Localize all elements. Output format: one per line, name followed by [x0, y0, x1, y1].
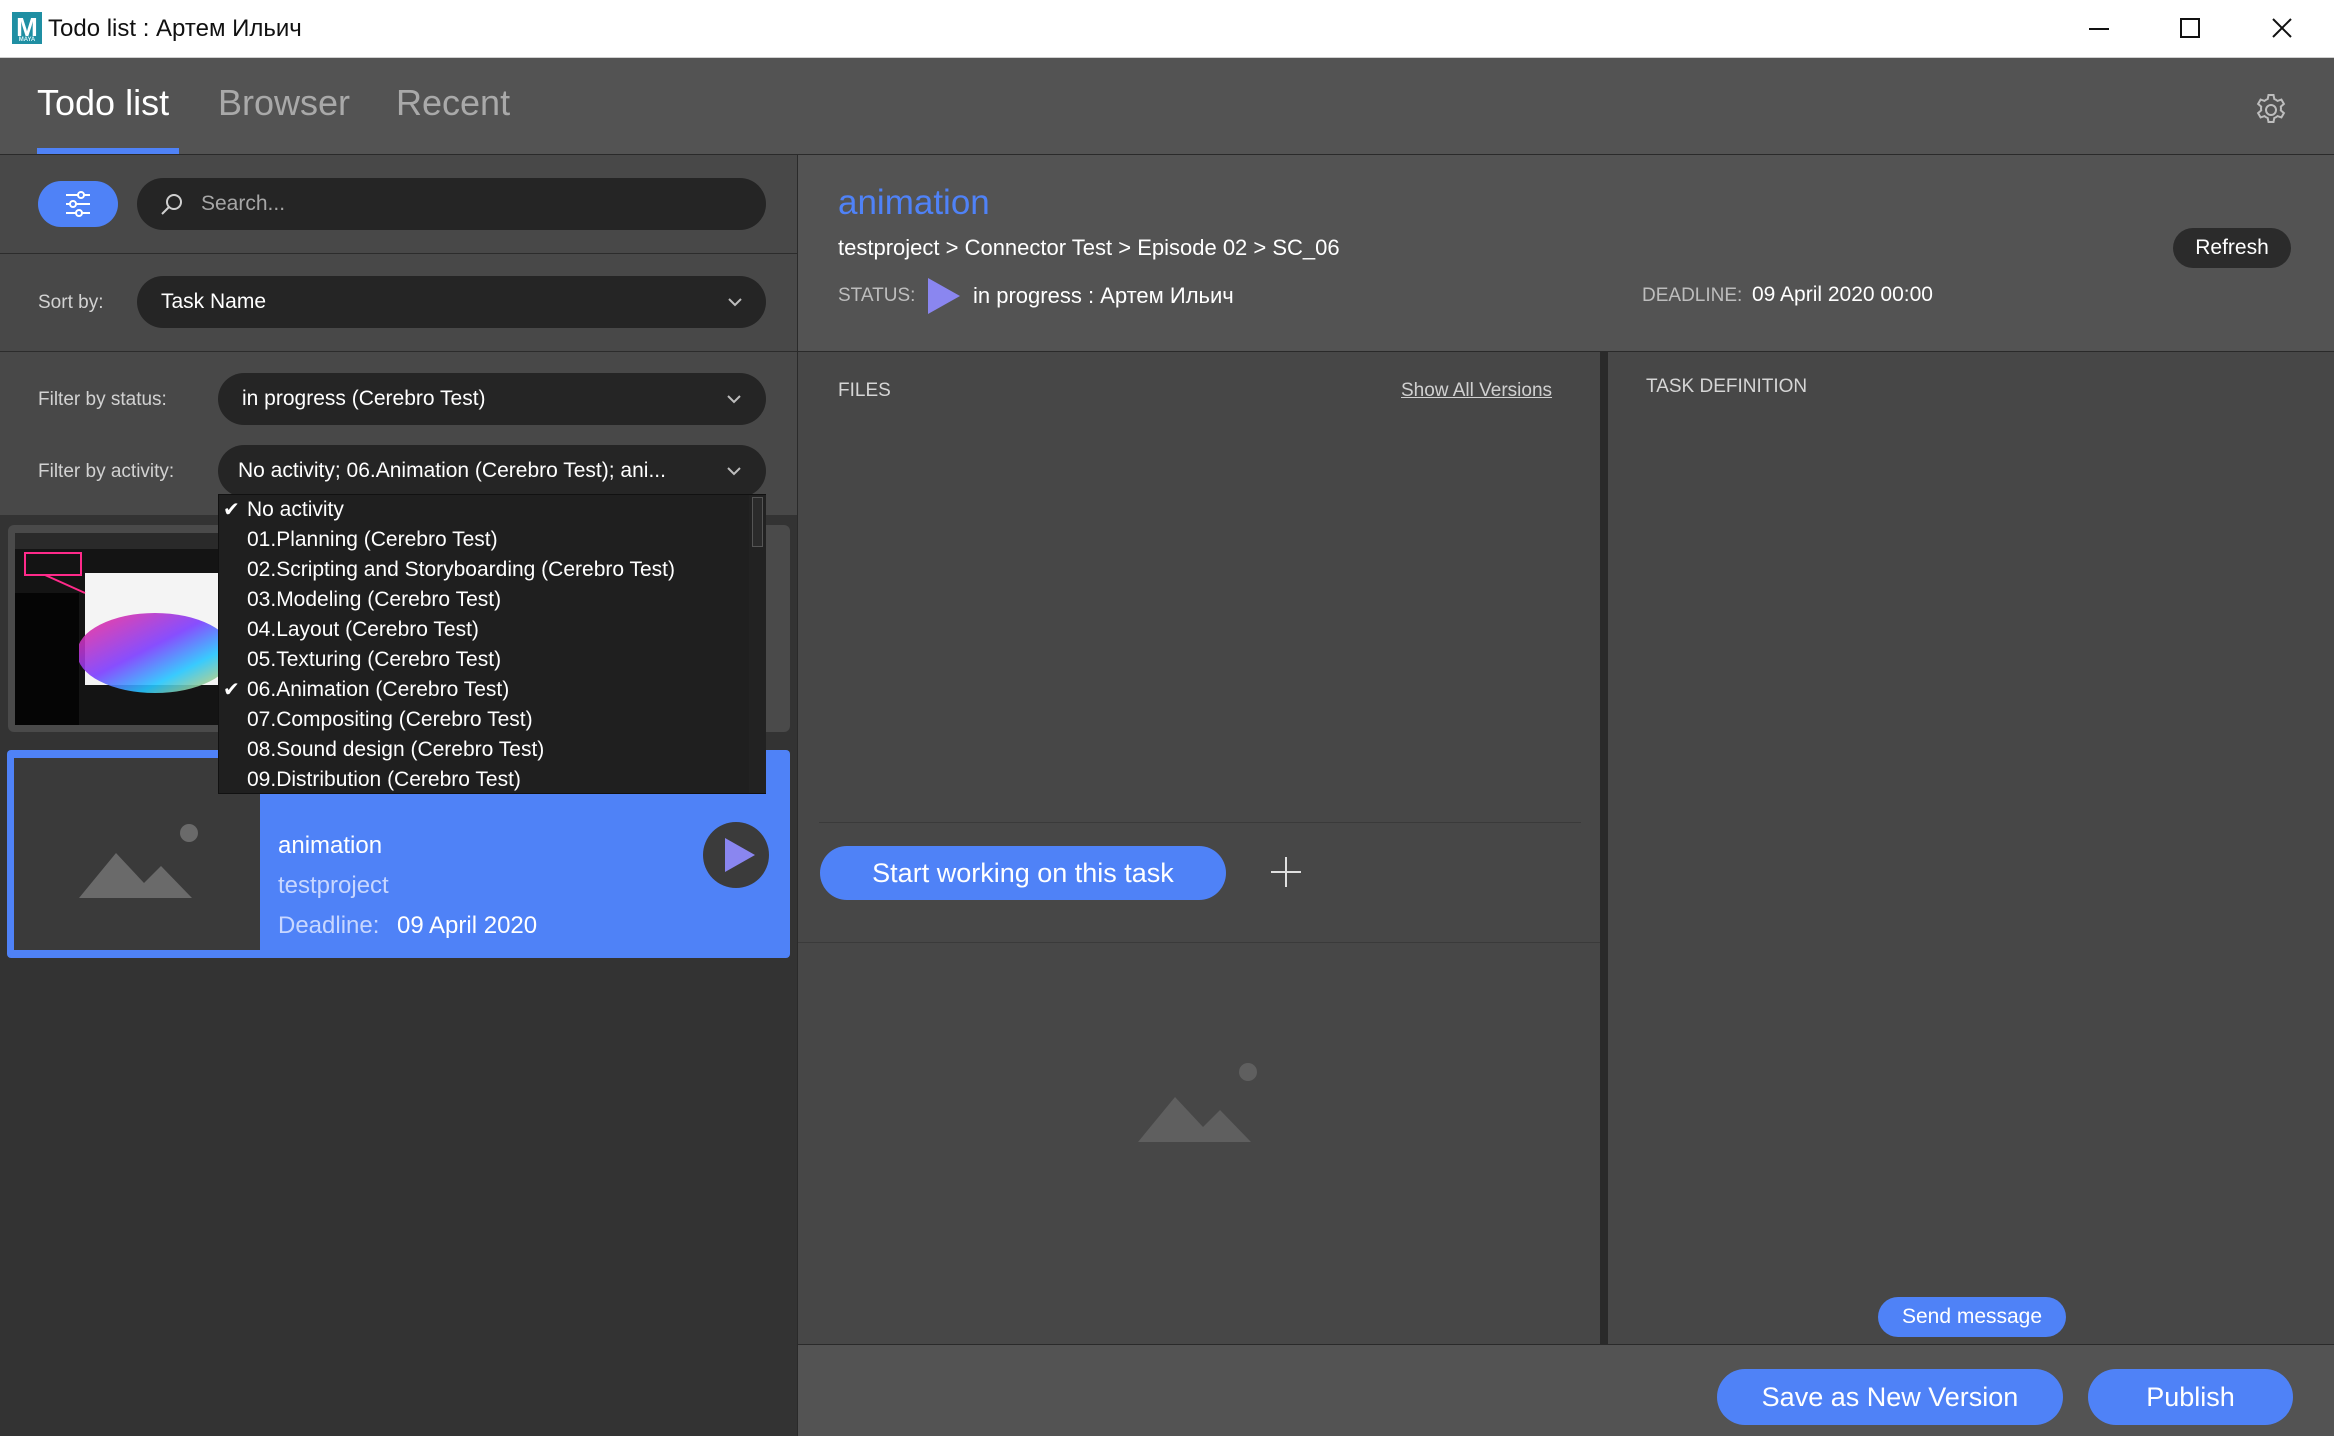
search-icon	[161, 194, 182, 215]
task-deadline-value: 09 April 2020	[397, 912, 538, 939]
tab-browser[interactable]: Browser	[218, 82, 350, 124]
activity-option[interactable]: 07.Compositing (Cerebro Test)	[219, 705, 749, 735]
chevron-down-icon	[727, 467, 741, 476]
close-icon	[2272, 18, 2292, 38]
status-play-icon	[928, 278, 960, 314]
save-new-version-button[interactable]: Save as New Version	[1717, 1369, 2063, 1425]
scrollbar-thumb[interactable]	[752, 497, 763, 547]
gear-icon[interactable]	[2253, 92, 2289, 128]
activity-option[interactable]: 03.Modeling (Cerebro Test)	[219, 585, 749, 615]
minimize-icon	[2089, 28, 2109, 30]
image-placeholder-icon	[1138, 1063, 1257, 1142]
divider	[0, 253, 797, 254]
status-filter-value: in progress (Cerebro Test)	[242, 387, 486, 410]
window-title: Todo list : Артем Ильич	[48, 15, 302, 42]
activity-option[interactable]: 02.Scripting and Storyboarding (Cerebro …	[219, 555, 749, 585]
activity-option[interactable]: 05.Texturing (Cerebro Test)	[219, 645, 749, 675]
activity-list-scrollbar[interactable]	[749, 495, 766, 793]
action-bar: Save as New Version Publish	[798, 1344, 2334, 1436]
start-task-play-button[interactable]	[703, 822, 769, 888]
search-input[interactable]	[201, 178, 741, 230]
task-detail-panel: animation testproject > Connector Test >…	[797, 155, 2334, 1436]
active-tab-indicator	[37, 148, 179, 154]
divider	[0, 351, 797, 352]
play-icon	[725, 838, 755, 872]
deadline-value: 09 April 2020 00:00	[1752, 283, 1933, 306]
send-message-button[interactable]: Send message	[1878, 1297, 2066, 1337]
status-filter-dropdown[interactable]: in progress (Cerebro Test)	[218, 373, 766, 425]
plus-icon[interactable]	[1268, 854, 1304, 890]
tab-todo-list[interactable]: Todo list	[37, 82, 169, 124]
activity-option[interactable]: 08.Sound design (Cerebro Test)	[219, 735, 749, 765]
screenshot-thumbnail-image	[15, 533, 229, 725]
task-thumbnail	[15, 533, 229, 725]
activity-filter-label: Filter by activity:	[38, 461, 175, 482]
divider	[819, 822, 1581, 823]
sort-label: Sort by:	[38, 292, 104, 313]
maximize-icon	[2180, 18, 2200, 38]
activity-filter-dropdown[interactable]: No activity; 06.Animation (Cerebro Test)…	[218, 445, 766, 497]
files-panel: FILES Show All Versions Start working on…	[798, 352, 1600, 1344]
tab-recent[interactable]: Recent	[396, 82, 510, 124]
task-project: testproject	[278, 872, 389, 899]
activity-option[interactable]: ✔ 06.Animation (Cerebro Test)	[219, 675, 749, 705]
task-title: animation	[838, 183, 990, 222]
status-filter-label: Filter by status:	[38, 389, 167, 410]
activity-filter-value: No activity; 06.Animation (Cerebro Test)…	[238, 459, 666, 482]
title-bar: M MAYA Todo list : Артем Ильич	[0, 0, 2334, 58]
task-definition-label: TASK DEFINITION	[1646, 376, 1808, 397]
close-window-button[interactable]	[2238, 0, 2328, 58]
status-label: STATUS:	[838, 285, 916, 306]
breadcrumb: testproject > Connector Test > Episode 0…	[838, 235, 1340, 260]
start-working-button[interactable]: Start working on this task	[820, 846, 1226, 900]
panel-splitter[interactable]	[1600, 352, 1608, 1344]
minimize-button[interactable]	[2055, 0, 2145, 58]
checkmark-icon: ✔	[223, 499, 240, 521]
sort-dropdown[interactable]: Task Name	[137, 276, 766, 328]
maya-logo-icon: M MAYA	[12, 12, 42, 44]
divider	[798, 942, 1600, 943]
activity-option[interactable]: 04.Layout (Cerebro Test)	[219, 615, 749, 645]
activity-dropdown-list: ✔ No activity 01.Planning (Cerebro Test) …	[218, 494, 766, 794]
left-panel: Sort by: Task Name Filter by status: in …	[0, 155, 797, 1436]
task-deadline-label: Deadline:	[278, 912, 380, 939]
activity-option[interactable]: ✔ No activity	[219, 495, 749, 525]
activity-option[interactable]: 09.Distribution (Cerebro Test)	[219, 765, 749, 795]
chevron-down-icon	[727, 395, 741, 404]
search-box	[137, 178, 766, 230]
maximize-button[interactable]	[2146, 0, 2236, 58]
show-all-versions-link[interactable]: Show All Versions	[1401, 380, 1552, 402]
status-value: in progress : Артем Ильич	[973, 283, 1234, 308]
filter-area: Sort by: Task Name Filter by status: in …	[0, 155, 797, 515]
files-label: FILES	[838, 380, 891, 401]
checkmark-icon: ✔	[223, 679, 240, 701]
activity-option[interactable]: 01.Planning (Cerebro Test)	[219, 525, 749, 555]
deadline-label: DEADLINE:	[1642, 285, 1743, 306]
refresh-button[interactable]: Refresh	[2173, 228, 2291, 268]
chevron-down-icon	[728, 298, 742, 307]
task-name: animation	[278, 832, 383, 859]
main-header: Todo list Browser Recent	[0, 58, 2334, 155]
sort-value: Task Name	[161, 290, 267, 313]
publish-button[interactable]: Publish	[2088, 1369, 2293, 1425]
task-definition-panel: TASK DEFINITION Send message	[1608, 352, 2334, 1344]
filter-toggle-button[interactable]	[38, 181, 118, 227]
sliders-icon	[66, 191, 90, 217]
